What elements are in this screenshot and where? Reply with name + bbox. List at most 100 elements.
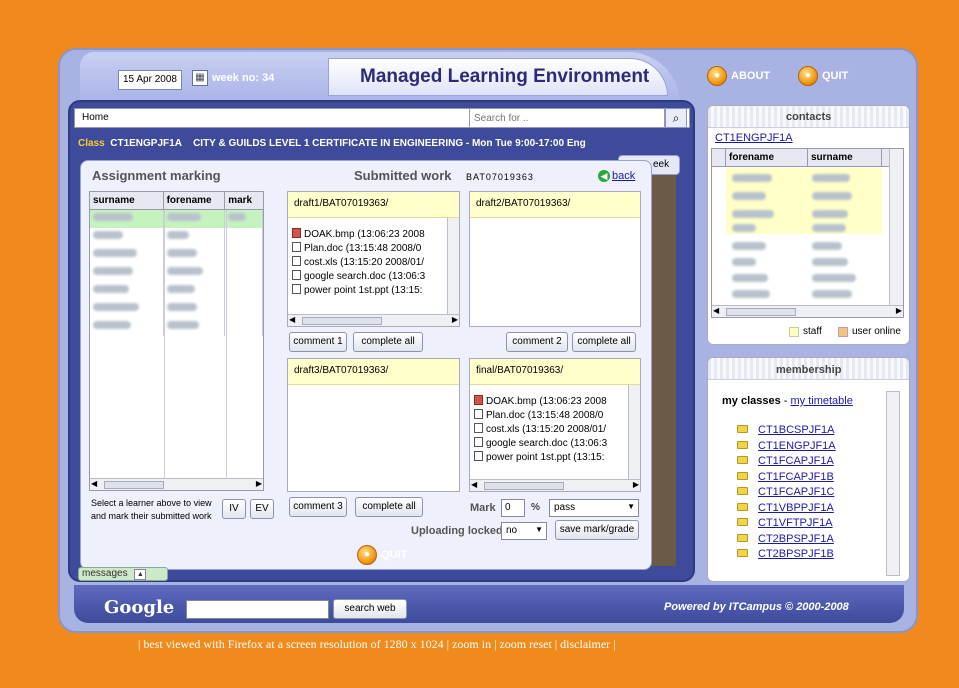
comment1-button[interactable]: comment 1 xyxy=(289,332,347,352)
complete-all-button[interactable]: complete all xyxy=(355,497,423,517)
class-list: CT1BCSPJF1A CT1ENGPJF1A CT1FCAPJF1A CT1F… xyxy=(737,423,836,563)
app-title: Managed Learning Environment xyxy=(360,66,650,87)
messages-label: messages xyxy=(82,568,128,579)
vertical-scrollbar[interactable] xyxy=(628,385,640,479)
horizontal-scrollbar[interactable]: ◀ ▶ xyxy=(288,314,459,326)
list-item[interactable]: CT2BPSPJF1B xyxy=(737,547,836,563)
list-item[interactable]: CT1FCAPJF1C xyxy=(737,485,836,501)
column-forename[interactable]: forename xyxy=(164,192,226,209)
vertical-scrollbar[interactable] xyxy=(447,218,459,314)
file-item[interactable]: cost.xls (13:15:20 2008/01/ xyxy=(474,423,622,437)
file-item[interactable]: power point 1st.ppt (13:15: xyxy=(474,451,622,465)
iv-button[interactable]: IV xyxy=(222,499,246,519)
doc-file-icon xyxy=(474,437,483,447)
search-web-button[interactable]: search web xyxy=(333,599,407,619)
file-item[interactable]: google search.doc (13:06:3 xyxy=(474,437,622,451)
save-mark-button[interactable]: save mark/grade xyxy=(555,520,639,540)
table-row[interactable] xyxy=(90,282,263,300)
calendar-icon[interactable]: ▦ xyxy=(192,70,208,86)
breadcrumb-home[interactable]: Home xyxy=(82,112,109,123)
mark-label: Mark xyxy=(470,502,496,514)
vertical-scrollbar[interactable] xyxy=(889,149,903,305)
image-file-icon xyxy=(474,395,483,405)
grade-select[interactable]: pass ▼ xyxy=(549,499,639,517)
panel-quit-button[interactable]: QUIT xyxy=(381,549,407,561)
back-link[interactable]: back xyxy=(612,170,635,182)
uploading-value: no xyxy=(506,525,518,536)
file-item[interactable]: DOAK.bmp (13:06:23 2008 xyxy=(474,395,622,409)
list-item[interactable]: CT1VFTPJF1A xyxy=(737,516,836,532)
doc-file-icon xyxy=(292,256,301,266)
table-row[interactable] xyxy=(90,318,263,336)
date-field[interactable]: 15 Apr 2008 xyxy=(118,70,182,90)
file-item[interactable]: Plan.doc (13:15:48 2008/0 xyxy=(474,409,622,423)
chevron-down-icon: ▼ xyxy=(627,502,635,511)
powered-by: Powered by ITCampus © 2000-2008 xyxy=(664,601,849,613)
chevron-up-icon[interactable]: ▲ xyxy=(134,569,147,580)
horizontal-scrollbar[interactable]: ◀ ▶ xyxy=(712,305,903,317)
table-row[interactable] xyxy=(90,300,263,318)
staff-legend-swatch xyxy=(789,327,799,337)
doc-file-icon xyxy=(292,242,301,252)
complete-all-button[interactable]: complete all xyxy=(572,332,636,352)
membership-title: membership xyxy=(776,364,842,376)
table-row[interactable] xyxy=(90,210,263,228)
ev-button[interactable]: EV xyxy=(250,499,274,519)
column-surname[interactable]: surname xyxy=(90,192,164,209)
quit-icon[interactable]: ● xyxy=(798,66,818,86)
folder-icon xyxy=(737,471,748,480)
my-timetable-link[interactable]: my timetable xyxy=(791,395,853,407)
table-row[interactable] xyxy=(90,228,263,246)
class-code: CT1ENGPJF1A xyxy=(110,138,182,149)
contacts-group-link[interactable]: CT1ENGPJF1A xyxy=(715,132,793,144)
about-icon[interactable]: ● xyxy=(707,66,727,86)
final-path: final/BAT07019363/ xyxy=(470,359,640,385)
list-item[interactable]: CT2BPSPJF1A xyxy=(737,532,836,548)
list-item[interactable]: CT1ENGPJF1A xyxy=(737,439,836,455)
google-logo: Google xyxy=(104,597,175,618)
file-item[interactable]: google search.doc (13:06:3 xyxy=(292,270,442,284)
table-row[interactable] xyxy=(90,246,263,264)
quit-icon[interactable]: ● xyxy=(357,545,377,565)
back-icon[interactable]: ◀ xyxy=(598,170,610,182)
table-row[interactable] xyxy=(90,264,263,282)
list-item[interactable]: CT1VBPPJF1A xyxy=(737,501,836,517)
column-forename[interactable]: forename xyxy=(726,149,808,166)
footer-links[interactable]: | best viewed with Firefox at a screen r… xyxy=(138,637,616,652)
file-item[interactable]: cost.xls (13:15:20 2008/01/ xyxy=(292,256,442,270)
horizontal-scrollbar[interactable]: ◀ ▶ xyxy=(90,478,263,490)
percent-sign: % xyxy=(531,502,540,513)
my-classes-label: my classes xyxy=(722,395,781,407)
folder-icon xyxy=(737,533,748,542)
uploading-select[interactable]: no ▼ xyxy=(501,522,547,540)
column-surname[interactable]: surname xyxy=(808,149,882,166)
draft2-path: draft2/BAT07019363/ xyxy=(470,192,640,218)
vertical-scrollbar[interactable] xyxy=(886,391,900,576)
doc-file-icon xyxy=(474,423,483,433)
list-item[interactable]: CT1BCSPJF1A xyxy=(737,423,836,439)
doc-file-icon xyxy=(474,409,483,419)
file-item[interactable]: Plan.doc (13:15:48 2008/0 xyxy=(292,242,442,256)
background-image-strip xyxy=(652,156,676,566)
uploading-label: Uploading locked xyxy=(411,525,503,537)
google-search-input[interactable] xyxy=(186,600,329,619)
class-prefix: Class xyxy=(78,138,105,149)
comment2-button[interactable]: comment 2 xyxy=(506,332,568,352)
complete-all-button[interactable]: complete all xyxy=(353,332,423,352)
column-mark[interactable]: mark xyxy=(225,192,263,209)
list-item[interactable]: CT1FCAPJF1B xyxy=(737,470,836,486)
about-button[interactable]: ABOUT xyxy=(731,70,770,82)
file-item[interactable]: DOAK.bmp (13:06:23 2008 xyxy=(292,228,442,242)
list-item[interactable]: CT1FCAPJF1A xyxy=(737,454,836,470)
horizontal-scrollbar[interactable]: ◀ ▶ xyxy=(470,479,640,491)
file-item[interactable]: power point 1st.ppt (13:15: xyxy=(292,284,442,298)
search-icon[interactable]: ⌕ xyxy=(665,108,687,128)
search-input[interactable] xyxy=(469,108,665,128)
mark-input[interactable]: 0 xyxy=(501,499,525,517)
messages-tab[interactable]: messages ▲ xyxy=(78,567,168,581)
quit-button[interactable]: QUIT xyxy=(822,70,848,82)
draft1-path: draft1/BAT07019363/ xyxy=(288,192,459,218)
image-file-icon xyxy=(292,228,301,238)
comment3-button[interactable]: comment 3 xyxy=(289,497,347,517)
week-number: week no: 34 xyxy=(212,72,275,84)
